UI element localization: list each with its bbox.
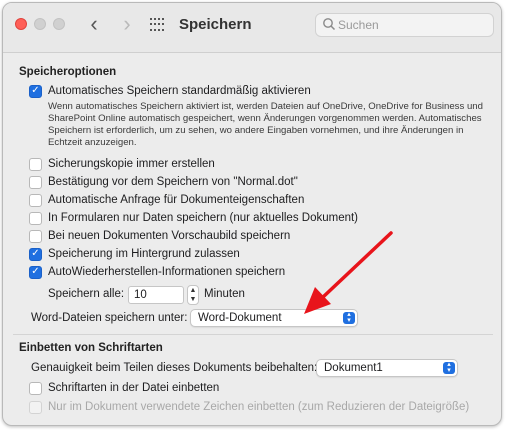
checkbox-row-autorecover[interactable]: ✓ AutoWiederherstellen-Informationen spe… bbox=[29, 265, 285, 279]
checkbox-row-preview[interactable]: Bei neuen Dokumenten Vorschaubild speich… bbox=[29, 229, 290, 243]
fidelity-label: Genauigkeit beim Teilen dieses Dokuments… bbox=[31, 362, 318, 374]
checkbox-autosave[interactable]: ✓ bbox=[29, 84, 42, 98]
checkbox-label: Automatische Anfrage für Dokumenteigensc… bbox=[48, 194, 305, 206]
checkbox-row-background-save[interactable]: ✓ Speicherung im Hintergrund zulassen bbox=[29, 247, 240, 261]
save-every-label: Speichern alle: bbox=[48, 288, 125, 300]
checkbox-row-doc-properties[interactable]: Automatische Anfrage für Dokumenteigensc… bbox=[29, 193, 304, 207]
checkbox-confirm-normal[interactable] bbox=[29, 175, 42, 189]
checkbox-preview[interactable] bbox=[29, 229, 42, 243]
fidelity-document-value: Dokument1 bbox=[324, 362, 383, 374]
window-title: Speichern bbox=[179, 16, 252, 33]
minimize-button[interactable] bbox=[34, 18, 46, 30]
chevron-left-icon[interactable]: ‹ bbox=[83, 13, 105, 35]
fidelity-document-popup[interactable]: Dokument1 ▴ ▾ bbox=[316, 359, 458, 377]
checkbox-label: Bestätigung vor dem Speichern von "Norma… bbox=[48, 176, 298, 188]
search-field[interactable] bbox=[315, 13, 494, 37]
checkbox-label: Sicherungskopie immer erstellen bbox=[48, 158, 215, 170]
checkbox-backup[interactable] bbox=[29, 157, 42, 171]
checkbox-forms-data[interactable] bbox=[29, 211, 42, 225]
save-every-input[interactable]: 10 bbox=[128, 286, 184, 304]
search-input[interactable] bbox=[338, 16, 488, 34]
save-format-label: Word-Dateien speichern unter: bbox=[31, 312, 188, 324]
grid-icon[interactable] bbox=[150, 18, 164, 32]
save-every-stepper[interactable]: ▲ ▼ bbox=[187, 285, 199, 305]
checkbox-doc-properties[interactable] bbox=[29, 193, 42, 207]
checkbox-row-embed-fonts[interactable]: Schriftarten in der Datei einbetten bbox=[29, 381, 219, 395]
preferences-content: Speicheroptionen ✓ Automatisches Speiche… bbox=[3, 53, 501, 425]
checkbox-embed-used-chars bbox=[29, 400, 42, 414]
close-button[interactable] bbox=[15, 18, 27, 30]
checkbox-row-backup[interactable]: Sicherungskopie immer erstellen bbox=[29, 157, 215, 171]
checkbox-row-embed-used-chars: Nur im Dokument verwendete Zeichen einbe… bbox=[29, 400, 469, 414]
checkbox-embed-fonts[interactable] bbox=[29, 381, 42, 395]
checkbox-label: Speicherung im Hintergrund zulassen bbox=[48, 248, 240, 260]
checkbox-label: Nur im Dokument verwendete Zeichen einbe… bbox=[48, 401, 470, 413]
save-format-value: Word-Dokument bbox=[198, 312, 282, 324]
checkbox-autorecover[interactable]: ✓ bbox=[29, 265, 42, 279]
checkbox-label: Automatisches Speichern standardmäßig ak… bbox=[48, 85, 311, 97]
checkbox-label: In Formularen nur Daten speichern (nur a… bbox=[48, 212, 359, 224]
save-format-popup[interactable]: Word-Dokument ▴ ▾ bbox=[190, 309, 358, 327]
autosave-description: Wenn automatisches Speichern aktiviert i… bbox=[48, 101, 483, 148]
section-title-save-options: Speicheroptionen bbox=[19, 66, 117, 78]
checkbox-row-forms-data[interactable]: In Formularen nur Daten speichern (nur a… bbox=[29, 211, 358, 225]
title-bar: ‹ › Speichern bbox=[3, 3, 501, 53]
section-divider bbox=[13, 334, 493, 335]
chevron-right-icon[interactable]: › bbox=[116, 13, 138, 35]
checkbox-label: Bei neuen Dokumenten Vorschaubild speich… bbox=[48, 230, 291, 242]
checkbox-row-confirm-normal[interactable]: Bestätigung vor dem Speichern von "Norma… bbox=[29, 175, 298, 189]
checkbox-label: Schriftarten in der Datei einbetten bbox=[48, 382, 220, 394]
preferences-window: ‹ › Speichern Speicheroptionen ✓ Automat… bbox=[2, 2, 502, 426]
zoom-button[interactable] bbox=[53, 18, 65, 30]
section-title-embed-fonts: Einbetten von Schriftarten bbox=[19, 342, 163, 354]
search-icon bbox=[323, 18, 336, 31]
checkbox-label: AutoWiederherstellen-Informationen speic… bbox=[48, 266, 286, 278]
save-every-unit: Minuten bbox=[204, 288, 245, 300]
chevron-updown-icon: ▴ ▾ bbox=[343, 311, 355, 324]
checkbox-row-autosave[interactable]: ✓ Automatisches Speichern standardmäßig … bbox=[29, 84, 311, 98]
chevron-updown-icon: ▴ ▾ bbox=[443, 361, 455, 374]
checkbox-background-save[interactable]: ✓ bbox=[29, 247, 42, 261]
